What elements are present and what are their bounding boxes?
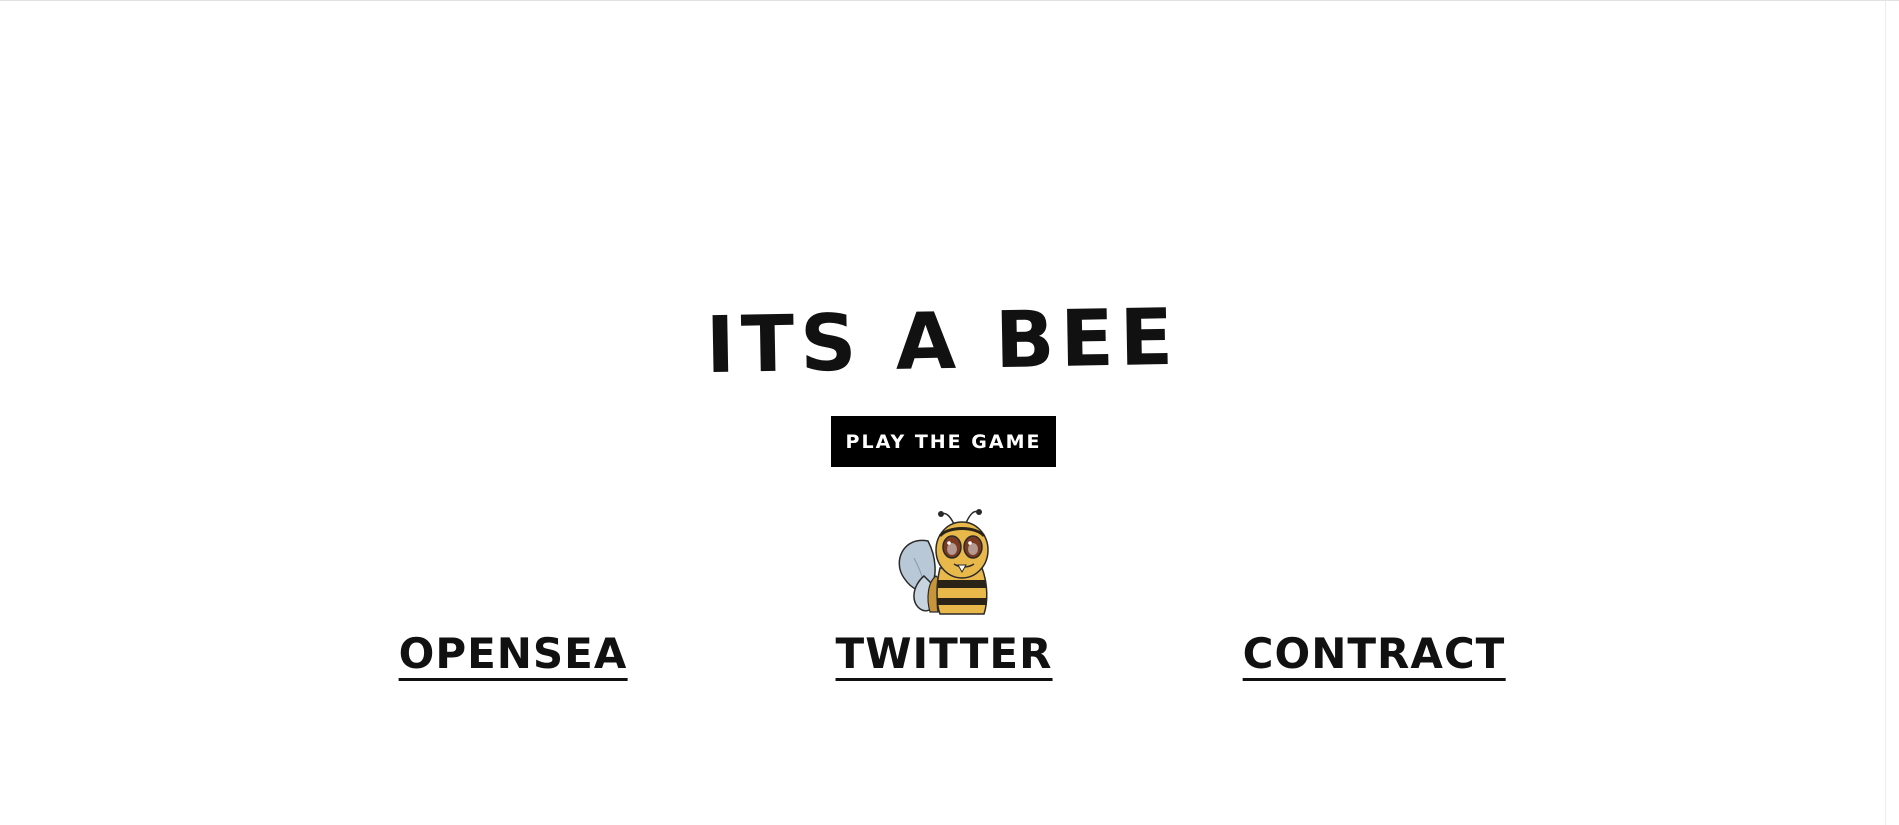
- opensea-link[interactable]: OPENSEA: [398, 630, 628, 682]
- play-the-game-button[interactable]: PLAY THE GAME: [831, 416, 1056, 467]
- footer-links: OPENSEA TWITTER CONTRACT: [0, 630, 1885, 691]
- contract-link[interactable]: CONTRACT: [1242, 630, 1506, 682]
- twitter-link[interactable]: TWITTER: [835, 630, 1053, 682]
- page-title: ITS A BEE: [705, 293, 1180, 392]
- page-viewport: ITS A BEE PLAY THE GAME OPENSEA TWITTER …: [0, 0, 1899, 825]
- bee-mascot-icon: [898, 509, 989, 615]
- scrollbar[interactable]: [1885, 1, 1899, 825]
